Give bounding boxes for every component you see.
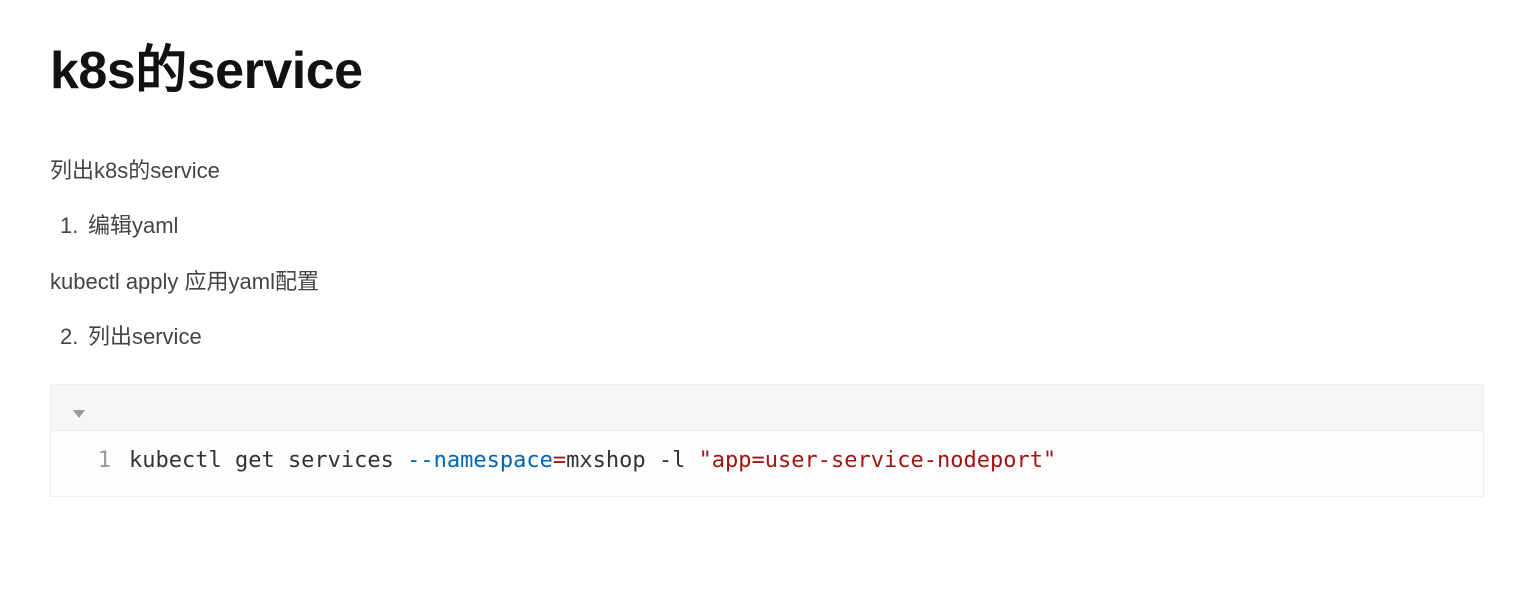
code-toolbar <box>51 385 1483 430</box>
chevron-down-icon[interactable] <box>73 410 85 418</box>
list-marker-1: 1. <box>60 208 88 243</box>
list-text-2: 列出service <box>88 324 202 349</box>
line-number: 1 <box>51 443 129 478</box>
intro-paragraph: 列出k8s的service <box>50 153 1484 188</box>
tok-flag: --namespace <box>407 448 553 473</box>
code-block: 1 kubectl get services --namespace=mxsho… <box>50 384 1484 497</box>
tok-string: "app=user-service-nodeport" <box>699 448 1057 473</box>
apply-paragraph: kubectl apply 应用yaml配置 <box>50 264 1484 299</box>
tok-equals: = <box>553 448 566 473</box>
code-line-1: kubectl get services --namespace=mxshop … <box>129 443 1056 478</box>
tok-cmd: kubectl get services <box>129 448 407 473</box>
list-text-1: 编辑yaml <box>88 213 178 238</box>
page-title: k8s的service <box>50 30 1484 113</box>
code-body: 1 kubectl get services --namespace=mxsho… <box>51 430 1483 496</box>
list-item-2: 2.列出service <box>60 319 1484 354</box>
list-item-1: 1.编辑yaml <box>60 208 1484 243</box>
tok-value: mxshop -l <box>566 448 698 473</box>
list-marker-2: 2. <box>60 319 88 354</box>
